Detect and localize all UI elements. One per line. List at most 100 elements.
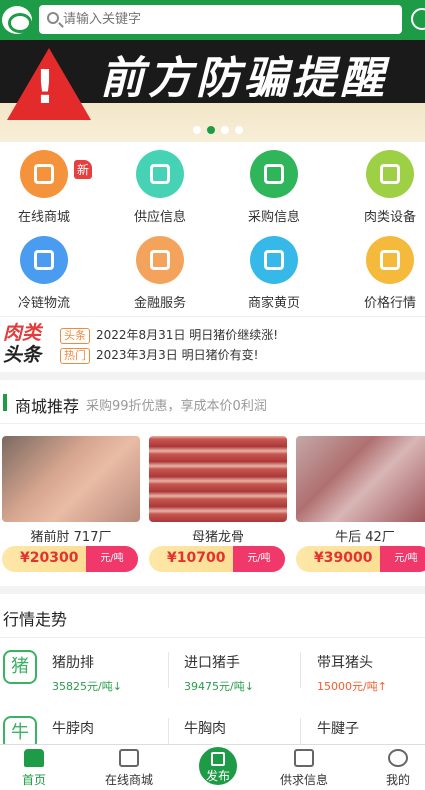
news-text: 2023年3月3日 明日猪价有变!: [96, 348, 259, 362]
icon-glyph: [264, 250, 284, 270]
finance-icon: [136, 236, 184, 284]
product-card[interactable]: 母猪龙骨 ¥10700 元/吨: [149, 436, 287, 572]
icon-glyph: [150, 164, 170, 184]
equipment-icon: [366, 150, 414, 198]
icon-glyph: [380, 250, 400, 270]
product-price: ¥10700: [167, 550, 226, 566]
tab-mall[interactable]: 在线商城: [89, 749, 169, 788]
phone-book-icon: [250, 236, 298, 284]
carousel-dot-active[interactable]: [207, 126, 215, 134]
app-logo-icon[interactable]: [2, 6, 32, 34]
grid-item-label: 冷链物流: [17, 296, 70, 311]
section-divider: [0, 586, 425, 594]
chart-icon: [366, 236, 414, 284]
tab-label: 首页: [21, 773, 46, 787]
icon-glyph: [264, 164, 284, 184]
publish-button[interactable]: 发布: [196, 744, 240, 788]
price-tag: ¥39000 元/吨: [296, 546, 425, 572]
icon-glyph: [380, 164, 400, 184]
market-item-name: 猪肋排: [52, 655, 94, 671]
grid-item-label: 供应信息: [133, 210, 186, 225]
market-item-name: 进口猪手: [184, 655, 240, 671]
market-item[interactable]: 牛腱子: [317, 718, 425, 738]
product-image: [2, 436, 140, 522]
price-unit: 元/吨: [380, 546, 425, 572]
mall-section-header: 商城推荐 采购99折优惠，享成本价0利润: [0, 380, 425, 424]
tab-mine[interactable]: 我的: [358, 749, 425, 788]
search-icon: [47, 12, 59, 24]
supply-icon: [136, 150, 184, 198]
search-input[interactable]: [63, 9, 383, 30]
price-value: 35825元/吨: [52, 680, 113, 693]
carousel-dot[interactable]: [193, 126, 201, 134]
market-list[interactable]: 猪 猪肋排 35825元/吨↓ 进口猪手 39475元/吨↓ 带耳猪头 1500…: [0, 638, 425, 744]
market-item-price: 15000元/吨↑: [317, 678, 425, 694]
news-logo: 肉类 头条: [3, 322, 53, 366]
tab-label: 供求信息: [279, 773, 328, 787]
market-item[interactable]: 猪肋排 35825元/吨↓: [52, 652, 172, 694]
mall-section-subtitle: 采购99折优惠，享成本价0利润: [86, 399, 267, 414]
grid-item[interactable]: 金融服务: [110, 236, 210, 311]
home-icon: [24, 749, 44, 767]
grid-item[interactable]: 肉类设备: [340, 150, 425, 225]
pork-badge-icon: 猪: [3, 650, 37, 684]
product-image: [296, 436, 425, 522]
carousel-dots: [193, 126, 243, 134]
basket-icon: [250, 150, 298, 198]
grid-item-label: 商家黄页: [247, 296, 300, 311]
trend-up-icon: ↑: [377, 680, 387, 693]
market-item[interactable]: 带耳猪头 15000元/吨↑: [317, 652, 425, 694]
calendar-icon: [294, 749, 314, 767]
grid-item[interactable]: 供应信息: [110, 150, 210, 225]
market-item[interactable]: 进口猪手 39475元/吨↓: [184, 652, 304, 694]
grid-item[interactable]: 在线商城 新: [0, 150, 94, 225]
column-divider: [300, 718, 301, 744]
product-image: [149, 436, 287, 522]
market-item[interactable]: 牛脖肉: [52, 718, 172, 738]
price-unit: 元/吨: [86, 546, 138, 572]
product-card[interactable]: 牛后 42厂 ¥39000 元/吨: [296, 436, 425, 572]
market-item-price: 39475元/吨↓: [184, 678, 304, 694]
price-value: 15000元/吨: [317, 680, 378, 693]
new-badge: 新: [74, 160, 93, 179]
column-divider: [300, 652, 301, 688]
column-divider: [168, 652, 169, 688]
product-name: 猪前肘 717厂: [30, 530, 112, 545]
carousel-dot[interactable]: [235, 126, 243, 134]
product-card[interactable]: 猪前肘 717厂 ¥20300 元/吨: [2, 436, 140, 572]
trend-down-icon: ↓: [112, 680, 122, 693]
grid-item[interactable]: 价格行情: [340, 236, 425, 311]
message-icon[interactable]: [411, 8, 425, 30]
beef-badge-icon: 牛: [3, 716, 37, 744]
icon-glyph: [150, 250, 170, 270]
product-price: ¥39000: [314, 550, 373, 566]
market-item[interactable]: 牛胸肉: [184, 718, 304, 738]
grid-item[interactable]: 冷链物流: [0, 236, 94, 311]
grid-item[interactable]: 采购信息: [224, 150, 324, 225]
top-bar: [0, 0, 425, 40]
publish-label: 发布: [205, 769, 230, 783]
news-item[interactable]: 热门 2023年3月3日 明日猪价有变!: [60, 346, 258, 364]
tab-supply[interactable]: 供求信息: [264, 749, 344, 788]
product-name: 牛后 42厂: [335, 530, 395, 545]
tab-home[interactable]: 首页: [0, 749, 74, 788]
news-tag: 热门: [60, 348, 90, 364]
news-item[interactable]: 头条 2022年8月31日 明日猪价继续涨!: [60, 326, 278, 344]
market-item-name: 带耳猪头: [317, 655, 373, 671]
grid-item-label: 在线商城: [17, 210, 70, 225]
tab-label: 我的: [385, 773, 410, 787]
product-name: 母猪龙骨: [191, 530, 244, 545]
product-carousel[interactable]: 猪前肘 717厂 ¥20300 元/吨 母猪龙骨 ¥10700 元/吨 牛后 4…: [0, 424, 425, 586]
truck-icon: [20, 236, 68, 284]
edit-icon: [211, 752, 225, 766]
price-tag: ¥10700 元/吨: [149, 546, 285, 572]
search-box[interactable]: [39, 5, 402, 34]
banner-carousel[interactable]: ! 前方防骗提醒: [0, 40, 425, 142]
carousel-dot[interactable]: [221, 126, 229, 134]
price-unit: 元/吨: [233, 546, 285, 572]
user-icon: [388, 749, 408, 767]
mall-section-title: 商城推荐: [15, 397, 80, 416]
news-ticker[interactable]: 肉类 头条 头条 2022年8月31日 明日猪价继续涨! 热门 2023年3月3日 …: [0, 316, 425, 372]
store-icon: [20, 150, 68, 198]
grid-item[interactable]: 商家黄页: [224, 236, 324, 311]
